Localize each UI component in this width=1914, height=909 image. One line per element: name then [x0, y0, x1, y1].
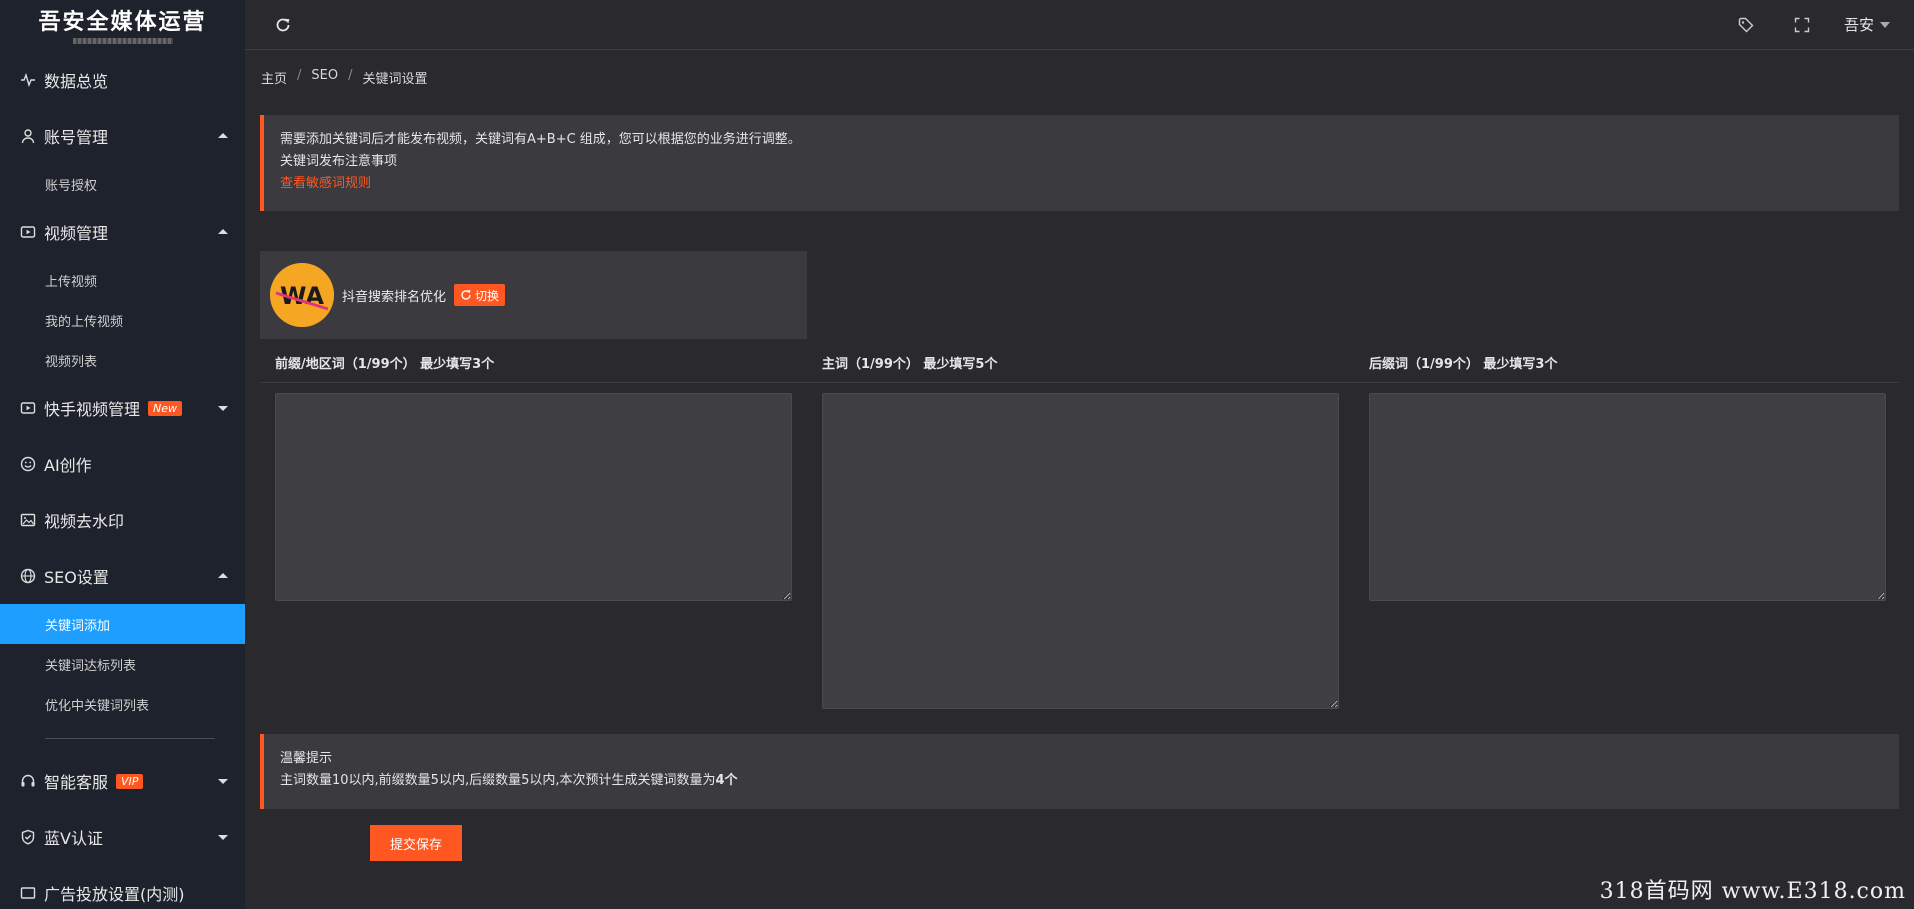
app-title: 吾安全媒体运营	[38, 10, 207, 35]
prefix-column-header: 前缀/地区词（1/99个） 最少填写3个	[275, 357, 495, 372]
breadcrumb: 主页 / SEO / 关键词设置	[261, 68, 428, 87]
sidebar-divider	[45, 738, 215, 739]
header-actions: 吾安	[1718, 0, 1914, 50]
sidebar-item-label: 账号管理	[44, 128, 109, 147]
main-content: 主页 / SEO / 关键词设置 需要添加关键词后才能发布视频，关键词有A+B+…	[245, 51, 1914, 909]
sidebar-item-label: AI创作	[44, 456, 92, 475]
suffix-column-header: 后缀词（1/99个） 最少填写3个	[1369, 357, 1558, 372]
sidebar-subitem-keyword-optimizing[interactable]: 优化中关键词列表	[0, 684, 245, 724]
account-name: 抖音搜索排名优化	[342, 289, 447, 305]
main-keyword-textarea[interactable]	[822, 393, 1339, 709]
breadcrumb-current: 关键词设置	[362, 72, 428, 87]
breadcrumb-separator: /	[348, 68, 353, 83]
sidebar-subitem-video-list[interactable]: 视频列表	[0, 340, 245, 380]
notice-line-1: 需要添加关键词后才能发布视频，关键词有A+B+C 组成，您可以根据您的业务进行调…	[280, 132, 801, 147]
keyword-notice: 需要添加关键词后才能发布视频，关键词有A+B+C 组成，您可以根据您的业务进行调…	[260, 115, 1899, 211]
switch-label: 切换	[475, 288, 500, 303]
sidebar-item-label: 智能客服	[44, 773, 109, 792]
vip-badge: VIP	[116, 773, 144, 789]
sidebar-item-ai-create[interactable]: AI创作	[0, 436, 245, 492]
breadcrumb-seo[interactable]: SEO	[311, 68, 338, 87]
video-icon	[20, 400, 36, 416]
tip-body: 主词数量10以内,前缀数量5以内,后缀数量5以内,本次预计生成关键词数量为	[280, 773, 716, 788]
sidebar-subitem-my-uploads[interactable]: 我的上传视频	[0, 300, 245, 340]
user-name: 吾安	[1843, 16, 1874, 34]
tag-icon[interactable]	[1718, 0, 1774, 50]
chevron-up-icon	[217, 130, 229, 142]
caret-down-icon	[1880, 21, 1890, 28]
logo: 吾安全媒体运营	[0, 0, 245, 48]
sidebar-item-ads[interactable]: 广告投放设置(内测)	[0, 865, 245, 909]
sidebar-subitem-keyword-add[interactable]: 关键词添加	[0, 604, 245, 644]
video-icon	[20, 224, 36, 240]
sidebar-item-label: 数据总览	[44, 72, 109, 91]
breadcrumb-separator: /	[297, 68, 302, 83]
sidebar-item-kuaishou[interactable]: 快手视频管理 New	[0, 380, 245, 436]
user-icon	[20, 128, 36, 144]
sidebar-item-label: 广告投放设置(内测)	[44, 885, 185, 904]
shield-icon	[20, 829, 36, 845]
smile-icon	[20, 456, 36, 472]
sidebar-item-label: 视频管理	[44, 224, 109, 243]
sidebar-item-smart-service[interactable]: 智能客服 VIP	[0, 753, 245, 809]
breadcrumb-home[interactable]: 主页	[261, 68, 287, 87]
sidebar-subitem-upload-video[interactable]: 上传视频	[0, 260, 245, 300]
ad-icon	[20, 885, 36, 901]
sidebar-item-label: 视频去水印	[44, 512, 125, 531]
nav-menu: 数据总览 账号管理 账号授权 视频管理 上传视频 我的上传视频 视频列表 快手视…	[0, 52, 245, 909]
top-header: 吾安	[245, 0, 1914, 50]
header-divider	[260, 382, 1899, 383]
fullscreen-icon[interactable]	[1774, 0, 1830, 50]
switch-account-button[interactable]: 切换	[454, 284, 506, 306]
sidebar-item-blue-v[interactable]: 蓝V认证	[0, 809, 245, 865]
warm-tip: 温馨提示 主词数量10以内,前缀数量5以内,后缀数量5以内,本次预计生成关键词数…	[260, 734, 1899, 809]
site-watermark: 318首码网 www.E318.com	[1599, 879, 1906, 904]
prefix-keyword-textarea[interactable]	[275, 393, 792, 601]
sidebar-item-label: 快手视频管理	[44, 400, 141, 419]
sidebar-item-accounts[interactable]: 账号管理	[0, 108, 245, 164]
chevron-up-icon	[217, 226, 229, 238]
pulse-icon	[20, 72, 36, 88]
refresh-icon	[461, 290, 471, 300]
chevron-up-icon	[217, 570, 229, 582]
main-column-header: 主词（1/99个） 最少填写5个	[822, 357, 998, 372]
tip-count: 4个	[715, 773, 738, 788]
chevron-down-icon	[217, 402, 229, 414]
chevron-down-icon	[217, 831, 229, 843]
globe-icon	[20, 568, 36, 584]
logo-subline	[72, 38, 173, 44]
image-icon	[20, 512, 36, 528]
sidebar-item-label: 蓝V认证	[44, 829, 103, 848]
chevron-down-icon	[217, 775, 229, 787]
sidebar: 吾安全媒体运营 数据总览 账号管理 账号授权 视频管理 上传视频 我的上传视频 …	[0, 0, 245, 909]
tip-title: 温馨提示	[280, 751, 333, 766]
sidebar-item-seo[interactable]: SEO设置	[0, 548, 245, 604]
notice-line-2: 关键词发布注意事项	[280, 154, 398, 169]
account-card: WA 抖音搜索排名优化 切换	[260, 251, 807, 339]
suffix-keyword-textarea[interactable]	[1369, 393, 1886, 601]
headset-icon	[20, 773, 36, 789]
submit-save-button[interactable]: 提交保存	[370, 825, 462, 861]
sidebar-item-videos[interactable]: 视频管理	[0, 204, 245, 260]
tip-text: 主词数量10以内,前缀数量5以内,后缀数量5以内,本次预计生成关键词数量为4个	[280, 770, 1883, 792]
sensitive-rules-link[interactable]: 查看敏感词规则	[280, 173, 1883, 195]
account-avatar: WA	[270, 263, 334, 327]
sidebar-item-overview[interactable]: 数据总览	[0, 52, 245, 108]
sidebar-subitem-keyword-reached[interactable]: 关键词达标列表	[0, 644, 245, 684]
new-badge: New	[148, 400, 183, 416]
refresh-icon[interactable]	[275, 17, 291, 33]
sidebar-item-watermark-remove[interactable]: 视频去水印	[0, 492, 245, 548]
user-menu[interactable]: 吾安	[1844, 14, 1890, 35]
sidebar-subitem-account-auth[interactable]: 账号授权	[0, 164, 245, 204]
sidebar-item-label: SEO设置	[44, 568, 109, 587]
